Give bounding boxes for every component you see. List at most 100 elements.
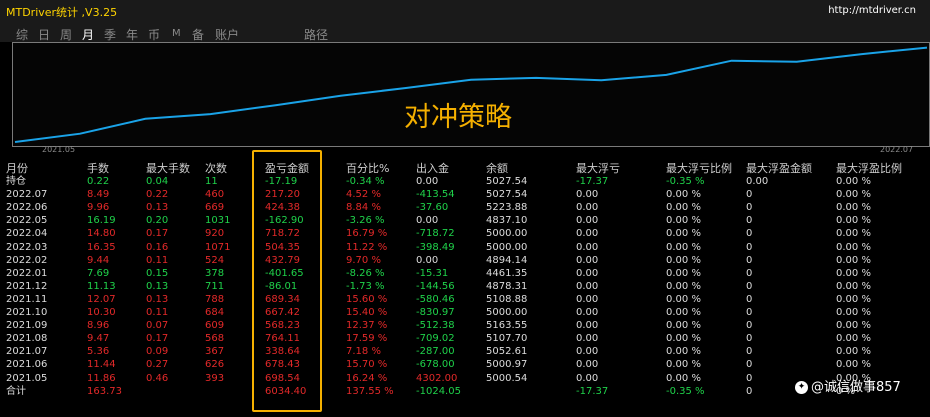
col-header-max-floating-loss[interactable]: 最大浮亏 <box>576 160 620 176</box>
table-row[interactable]: 2021.07 5.36 0.09 367 338.64 7.18 % -287.00 505… <box>0 345 930 358</box>
table-cell: 7.69 <box>87 267 110 279</box>
table-cell: 0.00 % <box>836 320 871 332</box>
col-header-deposit[interactable]: 出入金 <box>416 160 449 176</box>
table-row[interactable]: 2021.10 10.30 0.11 684 667.42 15.40 % -830.97 5… <box>0 306 930 319</box>
table-cell: 163.73 <box>87 385 122 397</box>
website-link[interactable]: http://mtdriver.cn <box>828 5 916 16</box>
col-header-month[interactable]: 月份 <box>6 160 28 176</box>
table-cell: -0.35 % <box>666 176 705 187</box>
table-cell: 0.00 <box>576 280 599 292</box>
table-cell: 0.00 <box>576 202 599 214</box>
table-row[interactable]: 2022.03 16.35 0.16 1071 504.35 11.22 % -398.49… <box>0 241 930 254</box>
tab-m[interactable]: M <box>172 28 181 39</box>
table-cell: -8.26 % <box>346 267 385 279</box>
table-cell: 0.00 % <box>666 241 701 253</box>
table-row[interactable]: 2021.08 9.47 0.17 568 764.11 17.59 % -709.02 51… <box>0 332 930 345</box>
table-cell: 5163.55 <box>486 320 528 332</box>
table-cell: 2022.02 <box>6 254 48 266</box>
tab-year[interactable]: 年 <box>126 26 138 43</box>
table-row[interactable]: 2022.05 16.19 0.20 1031 -162.90 -3.26 % 0.00 48… <box>0 214 930 227</box>
table-cell: 9.96 <box>87 202 110 214</box>
table-cell: 0.00 <box>576 307 599 318</box>
table-row[interactable]: 2022.06 9.96 0.13 669 424.38 8.84 % -37.60 5223… <box>0 201 930 214</box>
table-cell: 0.13 <box>146 293 169 305</box>
table-cell: 0.00 % <box>666 307 701 318</box>
profit-column-highlight <box>252 150 322 412</box>
table-cell: 8.49 <box>87 189 110 201</box>
tab-day[interactable]: 日 <box>38 26 50 43</box>
table-cell: 0.00 % <box>666 293 701 305</box>
col-header-max-floating-profit-pct[interactable]: 最大浮盈比例 <box>836 160 902 176</box>
table-row[interactable]: 2022.04 14.80 0.17 920 718.72 16.79 % -718.72 5… <box>0 227 930 240</box>
x-tick-label-end: 2022.07 <box>880 145 914 154</box>
table-cell: 合计 <box>6 385 26 397</box>
col-header-trades[interactable]: 次数 <box>205 160 227 176</box>
col-header-max-lots[interactable]: 最大手数 <box>146 160 190 176</box>
table-cell: 788 <box>205 293 225 305</box>
table-cell: 0.13 <box>146 280 169 292</box>
table-cell: 2021.12 <box>6 280 48 292</box>
table-cell: 0.00 <box>416 176 439 187</box>
table-cell: 7.18 % <box>346 346 381 358</box>
table-cell: 持仓 <box>6 176 26 187</box>
total-row[interactable]: 合计 163.73 6034.40 137.55 % -1024.05 -17.37 -0.… <box>0 384 930 398</box>
table-row[interactable]: 2021.12 11.13 0.13 711 -86.01 -1.73 % -144.56 4… <box>0 280 930 293</box>
table-cell: 378 <box>205 267 225 279</box>
col-header-lots[interactable]: 手数 <box>87 160 109 176</box>
table-cell: -15.31 <box>416 267 449 279</box>
col-header-balance[interactable]: 余额 <box>486 160 508 176</box>
table-cell: -718.72 <box>416 228 455 240</box>
table-cell: -37.60 <box>416 202 449 214</box>
table-cell: 0.00 <box>576 346 599 358</box>
col-header-max-floating-profit[interactable]: 最大浮盈金额 <box>746 160 812 176</box>
table-row[interactable]: 2021.05 11.86 0.46 393 698.54 16.24 % 4302.00 5… <box>0 372 930 385</box>
table-cell: 0 <box>746 215 753 227</box>
table-row[interactable]: 2021.11 12.07 0.13 788 689.34 15.60 % -580.46 5… <box>0 293 930 306</box>
table-cell: 11.44 <box>87 359 116 371</box>
table-cell: 5223.88 <box>486 202 528 214</box>
position-row[interactable]: 持仓 0.22 0.04 11 -17.19 -0.34 % 0.00 5027.54 -17.… <box>0 175 930 188</box>
table-cell: 0 <box>746 385 753 397</box>
table-cell: 11.86 <box>87 372 116 384</box>
table-cell: -1.73 % <box>346 280 385 292</box>
table-cell: 0 <box>746 189 753 201</box>
table-cell: 0.00 <box>416 254 439 266</box>
watermark-text: @诚信做事857 <box>811 380 901 395</box>
tab-currency[interactable]: 币 <box>148 26 160 43</box>
table-cell: -3.26 % <box>346 215 385 227</box>
table-cell: 0.27 <box>146 359 169 371</box>
table-row[interactable]: 2022.01 7.69 0.15 378 -401.65 -8.26 % -15.31 44… <box>0 267 930 280</box>
table-cell: 0.00 <box>576 215 599 227</box>
table-cell: 2021.07 <box>6 346 48 358</box>
table-cell: 0.00 % <box>666 346 701 358</box>
table-cell: 0.00 % <box>666 202 701 214</box>
watermark: ✦ @诚信做事857 <box>795 376 901 395</box>
tab-summary[interactable]: 综 <box>16 26 28 43</box>
col-header-max-floating-loss-pct[interactable]: 最大浮亏比例 <box>666 160 732 176</box>
tab-quarter[interactable]: 季 <box>104 26 116 43</box>
table-cell: 0.00 % <box>666 215 701 227</box>
table-cell: -709.02 <box>416 333 455 345</box>
table-row[interactable]: 2022.02 9.44 0.11 524 432.79 9.70 % 0.00 4894.1… <box>0 254 930 267</box>
table-row[interactable]: 2021.09 8.96 0.07 609 568.23 12.37 % -512.38 51… <box>0 319 930 332</box>
tab-week[interactable]: 周 <box>60 26 72 43</box>
table-cell: 0 <box>746 359 753 371</box>
table-cell: 5000.54 <box>486 372 528 384</box>
table-cell: 11.13 <box>87 280 116 292</box>
tab-month[interactable]: 月 <box>82 26 94 43</box>
tab-path[interactable]: 路径 <box>304 26 328 43</box>
table-row[interactable]: 2021.06 11.44 0.27 626 678.43 15.70 % -678.00 5… <box>0 358 930 371</box>
table-cell: 5107.70 <box>486 333 528 345</box>
table-cell: 0 <box>746 333 753 345</box>
table-cell: 0.00 <box>416 215 439 227</box>
tab-account[interactable]: 账户 <box>215 26 239 43</box>
col-header-percent[interactable]: 百分比% <box>346 160 389 176</box>
table-cell: 0.00 % <box>836 280 871 292</box>
table-cell: 609 <box>205 320 225 332</box>
table-row[interactable]: 2022.07 8.49 0.22 460 217.20 4.52 % -413.54 502… <box>0 188 930 201</box>
table-cell: 0 <box>746 372 753 384</box>
table-cell: 2021.09 <box>6 320 48 332</box>
table-cell: 0 <box>746 307 753 318</box>
table-cell: 15.60 % <box>346 293 388 305</box>
tab-backup[interactable]: 备 <box>192 26 204 43</box>
